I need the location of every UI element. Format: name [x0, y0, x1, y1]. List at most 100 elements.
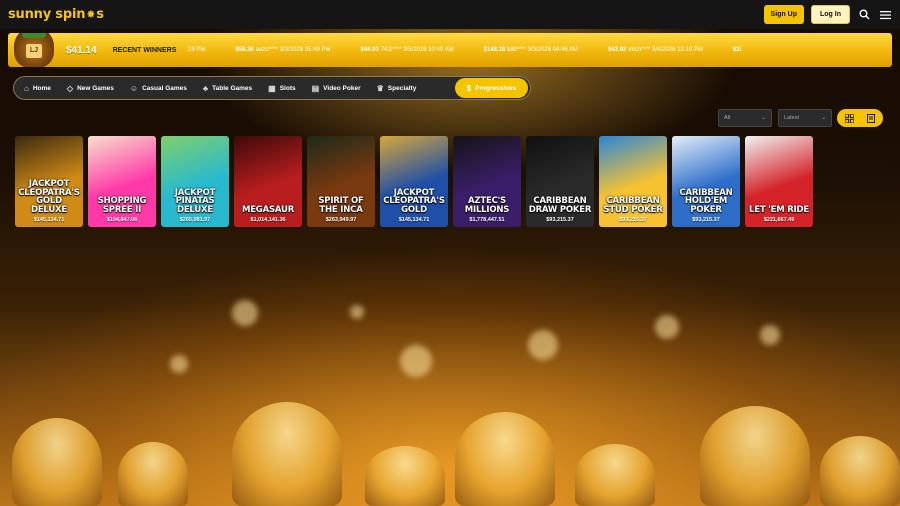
game-jackpot-amount: $145,134.71 [398, 217, 430, 223]
recent-winners-title: RECENT WINNERS [112, 46, 177, 54]
bokeh-light [232, 300, 258, 326]
winner-entry: $58.36 aazo**** 3/3/2026 05:49 PM [235, 47, 330, 53]
tab-label: Table Games [212, 84, 253, 92]
home-icon: ⌂ [24, 83, 29, 93]
game-jackpot-amount: $93,215.37 [619, 217, 647, 223]
game-tile[interactable]: AZTEC'S MILLIONS $1,778,447.51 [453, 136, 521, 227]
game-tile[interactable]: MEGASAUR $1,014,141.36 [234, 136, 302, 227]
logo-text-tail: s [96, 7, 104, 22]
game-tile[interactable]: SHOPPING SPREE II $194,847.06 [88, 136, 156, 227]
game-jackpot-amount: $221,667.49 [763, 217, 795, 223]
flower-decoration [455, 412, 555, 506]
sort-select-value: Latest [784, 115, 799, 121]
game-title: MEGASAUR [241, 204, 295, 215]
tab-specialty[interactable]: ♛ Specialty [369, 78, 425, 98]
game-jackpot-amount: $263,949.97 [325, 217, 357, 223]
flower-decoration [820, 436, 900, 506]
flower-decoration [118, 442, 188, 506]
search-icon[interactable] [857, 8, 871, 22]
tab-label: Progressives [475, 84, 516, 92]
provider-select[interactable]: All ⌄ [718, 109, 772, 127]
game-tile[interactable]: JACKPOT PINATAS DELUXE $265,081.97 [161, 136, 229, 227]
logo-text: sunny spin [8, 7, 86, 22]
tab-progressives[interactable]: $ Progressives [454, 78, 528, 98]
games-grid: JACKPOT CLEOPATRA'S GOLD DELUXE $145,134.… [15, 136, 813, 227]
winner-amount: $58.36 [235, 47, 254, 53]
diamond-icon: ◇ [66, 83, 74, 93]
view-toggle [837, 109, 883, 127]
game-jackpot-amount: $194,847.06 [106, 217, 138, 223]
tab-video-poker[interactable]: ▤ Video Poker [304, 78, 369, 98]
bokeh-light [400, 345, 432, 377]
list-view-icon[interactable] [861, 111, 880, 125]
game-title: JACKPOT CLEOPATRA'S GOLD DELUXE [18, 179, 80, 215]
sun-icon: ✸ [86, 8, 96, 21]
winner-details: bilb**** 3/3/2026 04:46 AM [507, 47, 579, 53]
game-title: CARIBBEAN STUD POKER [603, 196, 663, 215]
grid-view-icon[interactable] [840, 111, 859, 125]
sort-select[interactable]: Latest ⌄ [778, 109, 832, 127]
game-tile[interactable]: CARIBBEAN DRAW POKER $93,215.37 [526, 136, 594, 227]
jackpot-amount: $41.14 [66, 44, 97, 56]
game-jackpot-amount: $1,014,141.36 [250, 217, 286, 223]
tab-slots[interactable]: ▦ Slots [260, 78, 303, 98]
slots-icon: ▦ [268, 83, 276, 93]
flower-decoration [232, 402, 342, 506]
tab-label: Specialty [387, 84, 417, 92]
video-poker-icon: ▤ [311, 83, 320, 93]
winner-entry: $42.92 mich**** 3/4/2026 12:10 PM [608, 47, 703, 53]
game-title: JACKPOT PINATAS DELUXE [174, 187, 216, 215]
winner-amount: $42.92 [608, 47, 627, 53]
tab-label: New Games [77, 84, 114, 92]
menu-icon[interactable] [878, 8, 892, 22]
tab-label: Home [32, 84, 51, 92]
game-title: SPIRIT OF THE INCA [318, 196, 364, 215]
log-in-button[interactable]: Log In [811, 5, 850, 24]
game-jackpot-amount: $93,215.37 [546, 217, 574, 223]
game-tile[interactable]: JACKPOT CLEOPATRA'S GOLD DELUXE $145,134.… [15, 136, 83, 227]
tab-new-games[interactable]: ◇ New Games [59, 78, 122, 98]
winner-entry: $148.18 bilb**** 3/3/2026 04:46 AM [484, 47, 578, 53]
chevron-down-icon: ⌄ [821, 115, 826, 121]
specialty-icon: ♛ [376, 83, 384, 93]
tab-label: Slots [279, 84, 296, 92]
game-jackpot-amount: $1,778,447.51 [469, 217, 505, 223]
game-tile[interactable]: CARIBBEAN HOLD'EM POKER $93,215.37 [672, 136, 740, 227]
chevron-down-icon: ⌄ [761, 115, 766, 121]
game-jackpot-amount: $145,134.71 [33, 217, 65, 223]
tab-home[interactable]: ⌂ Home [16, 78, 59, 98]
top-bar: sunny spin✸s Sign Up Log In [0, 0, 900, 29]
flower-decoration [575, 444, 655, 506]
flower-decoration [12, 418, 102, 506]
tab-label: Video Poker [323, 84, 361, 92]
game-title: JACKPOT CLEOPATRA'S GOLD [383, 187, 445, 215]
game-title: CARIBBEAN HOLD'EM POKER [679, 187, 733, 215]
winner-entry: :19 PM [184, 47, 205, 53]
game-jackpot-amount: $265,081.97 [179, 217, 211, 223]
game-tile[interactable]: LET 'EM RIDE $221,667.49 [745, 136, 813, 227]
winner-details: mich**** 3/4/2026 12:10 PM [628, 47, 703, 53]
tab-table-games[interactable]: ♣ Table Games [195, 78, 260, 98]
game-tile[interactable]: CARIBBEAN STUD POKER $93,215.37 [599, 136, 667, 227]
winner-entry: $44.03 741l**** 3/5/2026 10:40 AM [360, 47, 453, 53]
game-title: CARIBBEAN DRAW POKER [528, 196, 592, 215]
winner-amount: $3! [732, 47, 742, 53]
game-tile[interactable]: SPIRIT OF THE INCA $263,949.97 [307, 136, 375, 227]
winner-details: 741l**** 3/5/2026 10:40 AM [380, 47, 454, 53]
tab-casual-games[interactable]: ☺ Casual Games [122, 78, 195, 98]
site-logo[interactable]: sunny spin✸s [8, 7, 104, 22]
winner-entry: $3! [733, 47, 744, 53]
winner-amount: $148.18 [483, 47, 506, 53]
winner-amount: $44.03 [360, 47, 379, 53]
casual-icon: ☺ [129, 83, 139, 93]
bokeh-light [760, 325, 780, 345]
game-tile[interactable]: JACKPOT CLEOPATRA'S GOLD $145,134.71 [380, 136, 448, 227]
bokeh-light [170, 355, 188, 373]
cards-icon: ♣ [202, 83, 209, 93]
recent-winners-bar: LJ $41.14 RECENT WINNERS :19 PM $58.36 aaz… [8, 33, 892, 67]
bokeh-light [655, 315, 679, 339]
sign-up-button[interactable]: Sign Up [763, 5, 804, 24]
bokeh-light [350, 305, 364, 319]
game-title: AZTEC'S MILLIONS [464, 196, 510, 215]
game-title: LET 'EM RIDE [749, 204, 809, 215]
